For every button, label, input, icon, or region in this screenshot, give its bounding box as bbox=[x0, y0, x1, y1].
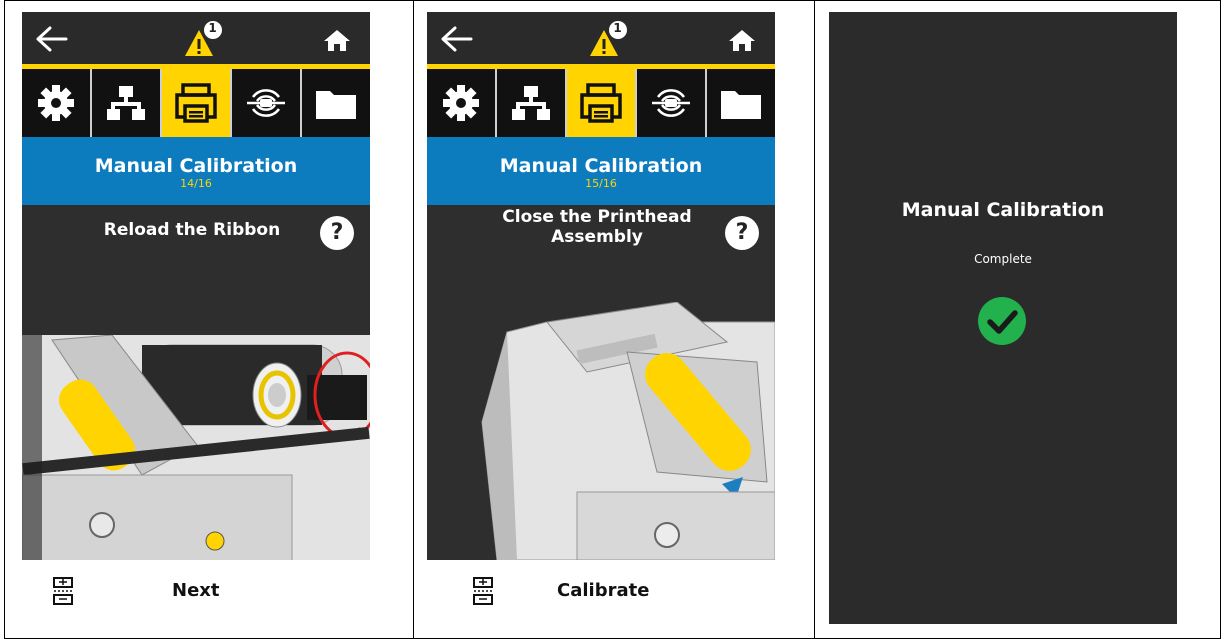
calibrate-icon[interactable] bbox=[472, 576, 494, 606]
network-icon bbox=[512, 86, 550, 120]
tab-network[interactable] bbox=[92, 69, 162, 137]
tab-settings[interactable] bbox=[427, 69, 497, 137]
home-icon[interactable] bbox=[322, 28, 352, 52]
tab-wireless[interactable] bbox=[637, 69, 707, 137]
menu-tabs bbox=[22, 69, 370, 137]
tab-storage[interactable] bbox=[707, 69, 775, 137]
printer-illustration bbox=[427, 302, 775, 560]
network-icon bbox=[107, 86, 145, 120]
page-title: Manual Calibration bbox=[94, 155, 298, 177]
printer-illustration bbox=[22, 335, 370, 567]
page-title: Manual Calibration bbox=[499, 155, 703, 177]
warning-triangle-icon[interactable] bbox=[181, 20, 225, 60]
help-button[interactable]: ? bbox=[320, 216, 354, 250]
checkmark-circle-icon bbox=[978, 297, 1026, 345]
printer-icon bbox=[580, 83, 622, 123]
tab-wireless[interactable] bbox=[232, 69, 302, 137]
tab-network[interactable] bbox=[497, 69, 567, 137]
instruction-text: Reload the Ribbon bbox=[103, 220, 281, 240]
completion-title: Manual Calibration bbox=[901, 199, 1105, 221]
folder-icon bbox=[316, 91, 356, 119]
calibrate-icon[interactable] bbox=[52, 576, 74, 606]
gear-icon bbox=[443, 85, 479, 121]
gear-icon bbox=[38, 85, 74, 121]
title-band: Manual Calibration 15/16 bbox=[427, 137, 775, 205]
printer-icon bbox=[175, 83, 217, 123]
step-counter: 15/16 bbox=[585, 177, 617, 190]
step-counter: 14/16 bbox=[180, 177, 212, 190]
home-icon[interactable] bbox=[727, 28, 757, 52]
back-arrow-icon[interactable] bbox=[441, 26, 473, 52]
tab-print[interactable] bbox=[567, 69, 637, 137]
menu-tabs bbox=[427, 69, 775, 137]
folder-icon bbox=[721, 91, 761, 119]
tab-settings[interactable] bbox=[22, 69, 92, 137]
column-divider bbox=[413, 0, 414, 639]
alert-count-badge: 1 bbox=[208, 21, 217, 35]
wireless-icon bbox=[652, 89, 690, 117]
next-button[interactable]: Next bbox=[172, 580, 220, 601]
back-arrow-icon[interactable] bbox=[36, 26, 68, 52]
title-band: Manual Calibration 14/16 bbox=[22, 137, 370, 205]
column-divider bbox=[814, 0, 815, 639]
alert-count-badge: 1 bbox=[613, 21, 622, 35]
printer-screen-calibration-complete: Manual Calibration Complete bbox=[829, 12, 1177, 624]
bottom-action-bar: Next bbox=[22, 560, 370, 624]
calibrate-button[interactable]: Calibrate bbox=[557, 580, 649, 601]
printer-screen-reload-ribbon: 1 Manual Calibration 14/16 Reload the Ri… bbox=[22, 12, 370, 624]
warning-triangle-icon[interactable] bbox=[586, 20, 630, 60]
bottom-action-bar: Calibrate bbox=[427, 560, 775, 624]
printhead-assembly-illustration bbox=[481, 302, 775, 560]
completion-status: Complete bbox=[974, 252, 1032, 266]
top-bar: 1 bbox=[22, 12, 370, 64]
help-button[interactable]: ? bbox=[725, 216, 759, 250]
top-bar: 1 bbox=[427, 12, 775, 64]
printer-screen-close-printhead: 1 Manual Calibration 15/16 Close the Pri… bbox=[427, 12, 775, 624]
instruction-text-line1: Close the Printhead bbox=[502, 207, 692, 227]
tab-print[interactable] bbox=[162, 69, 232, 137]
tab-storage[interactable] bbox=[302, 69, 370, 137]
instruction-text-line2: Assembly bbox=[551, 227, 643, 247]
ribbon-mechanism-illustration bbox=[22, 335, 370, 567]
wireless-icon bbox=[247, 89, 285, 117]
